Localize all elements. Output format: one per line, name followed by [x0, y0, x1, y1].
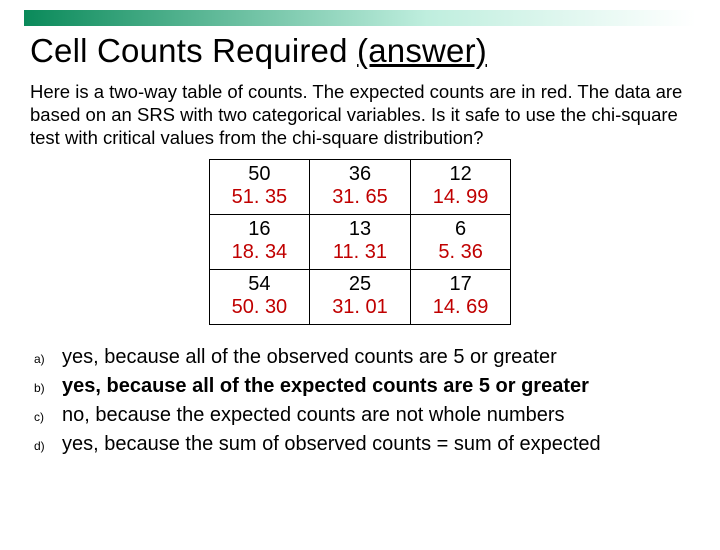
title-answer: (answer): [357, 32, 487, 69]
option-c: c)no, because the expected counts are no…: [34, 401, 690, 430]
slide-title: Cell Counts Required (answer): [30, 32, 690, 70]
answer-options: a)yes, because all of the observed count…: [30, 343, 690, 459]
cell-r0c0: 5051. 35: [209, 160, 310, 215]
accent-bar: [24, 10, 696, 26]
cell-r1c0: 1618. 34: [209, 215, 310, 270]
cell-r1c2: 65. 36: [410, 215, 511, 270]
option-text: yes, because all of the expected counts …: [62, 372, 589, 401]
cell-r1c1: 1311. 31: [310, 215, 411, 270]
option-d: d)yes, because the sum of observed count…: [34, 430, 690, 459]
cell-r2c0: 5450. 30: [209, 270, 310, 325]
cell-r2c2: 1714. 69: [410, 270, 511, 325]
table-row: 5450. 30 2531. 01 1714. 69: [209, 270, 511, 325]
slide-content: Cell Counts Required (answer) Here is a …: [0, 26, 720, 459]
cell-r0c1: 3631. 65: [310, 160, 411, 215]
intro-text: Here is a two-way table of counts. The e…: [30, 80, 690, 149]
option-b: b)yes, because all of the expected count…: [34, 372, 690, 401]
title-main: Cell Counts Required: [30, 32, 357, 69]
table-row: 5051. 35 3631. 65 1214. 99: [209, 160, 511, 215]
counts-table: 5051. 35 3631. 65 1214. 99 1618. 34 1311…: [209, 159, 512, 325]
table-row: 1618. 34 1311. 31 65. 36: [209, 215, 511, 270]
cell-r0c2: 1214. 99: [410, 160, 511, 215]
cell-r2c1: 2531. 01: [310, 270, 411, 325]
option-text: yes, because the sum of observed counts …: [62, 430, 601, 459]
option-text: yes, because all of the observed counts …: [62, 343, 557, 372]
option-text: no, because the expected counts are not …: [62, 401, 565, 430]
option-a: a)yes, because all of the observed count…: [34, 343, 690, 372]
